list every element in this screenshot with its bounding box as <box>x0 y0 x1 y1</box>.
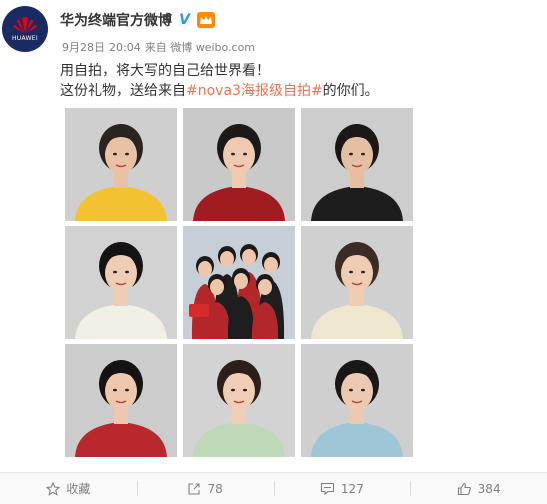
forward-icon <box>188 482 201 495</box>
portrait-image <box>183 226 295 339</box>
photo-3[interactable] <box>301 108 413 221</box>
post-line-2-suffix: 的你们。 <box>322 83 379 99</box>
photo-6[interactable] <box>301 226 413 339</box>
portrait-image <box>65 344 177 457</box>
account-name[interactable]: 华为终端官方微博 <box>60 10 172 30</box>
like-count: 384 <box>477 481 501 496</box>
post-meta: 9月28日 20:04 来自 微博 weibo.com <box>62 39 259 55</box>
portrait-image <box>301 344 413 457</box>
post-source[interactable]: 来自 微博 weibo.com <box>145 41 255 54</box>
portrait-image <box>65 226 177 339</box>
author-row: 华为终端官方微博 V <box>60 10 215 30</box>
forward-count: 78 <box>207 481 223 496</box>
post-line-1: 用自拍，将大写的自己给世界看！ <box>60 63 270 79</box>
photo-4[interactable] <box>65 226 177 339</box>
topic-link[interactable]: #nova3海报级自拍# <box>186 83 323 99</box>
huawei-logo-icon <box>13 16 37 33</box>
forward-button[interactable]: 78 <box>136 473 274 504</box>
like-button[interactable]: 384 <box>410 473 547 504</box>
comment-button[interactable]: 127 <box>273 473 411 504</box>
action-bar: 收藏 78 127 384 <box>0 472 547 504</box>
photo-grid <box>65 108 413 457</box>
thumbs-up-icon <box>457 482 471 495</box>
portrait-image <box>301 226 413 339</box>
comment-count: 127 <box>340 481 364 496</box>
verified-icon[interactable]: V <box>177 12 192 28</box>
photo-8[interactable] <box>183 344 295 457</box>
favorite-button[interactable]: 收藏 <box>0 473 137 504</box>
member-badge-icon[interactable] <box>197 12 215 28</box>
post-date[interactable]: 9月28日 <box>62 41 105 54</box>
photo-1[interactable] <box>65 108 177 221</box>
member-crown-icon <box>200 16 212 24</box>
portrait-image <box>183 344 295 457</box>
comment-icon <box>320 482 334 495</box>
photo-9[interactable] <box>301 344 413 457</box>
portrait-image <box>301 108 413 221</box>
post-text: 用自拍，将大写的自己给世界看！ 这份礼物，送给来自#nova3海报级自拍#的你们… <box>60 61 379 101</box>
portrait-image <box>183 108 295 221</box>
portrait-image <box>65 108 177 221</box>
post-time[interactable]: 20:04 <box>109 41 141 54</box>
post-line-2-prefix: 这份礼物，送给来自 <box>60 83 186 99</box>
star-icon <box>46 481 61 496</box>
favorite-label: 收藏 <box>66 482 91 496</box>
avatar[interactable]: HUAWEI <box>2 6 48 52</box>
photo-7[interactable] <box>65 344 177 457</box>
photo-5[interactable] <box>183 226 295 339</box>
photo-2[interactable] <box>183 108 295 221</box>
avatar-brand-text: HUAWEI <box>12 35 38 42</box>
post-line-2: 这份礼物，送给来自#nova3海报级自拍#的你们。 <box>60 81 379 101</box>
